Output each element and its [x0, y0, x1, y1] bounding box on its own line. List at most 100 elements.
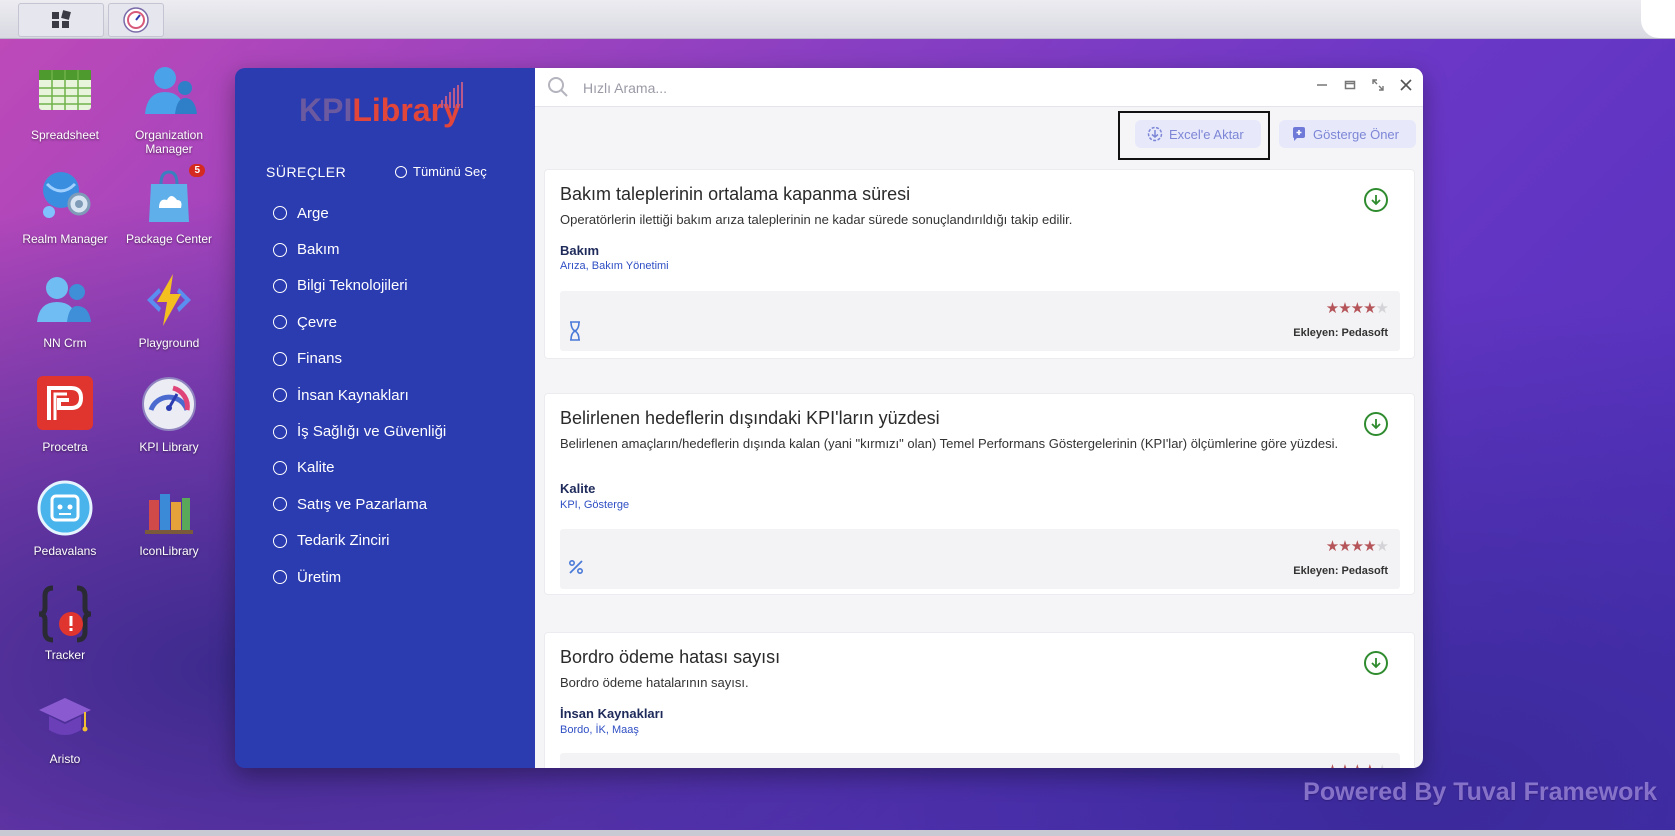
desktop-icon-nn-crm[interactable]: NN Crm	[13, 272, 117, 350]
procetra-icon	[37, 376, 93, 430]
kpi-gauge-icon	[142, 377, 196, 431]
kpi-description: Bordro ödeme hatalarının sayısı.	[560, 675, 749, 690]
kpi-title: Bakım taleplerinin ortalama kapanma süre…	[560, 184, 911, 204]
search-icon	[548, 77, 568, 97]
export-excel-button[interactable]: Excel'e Aktar	[1135, 120, 1261, 148]
kpi-description: Operatörlerin ilettiği bakım arıza talep…	[560, 212, 1073, 227]
taskbar-edge	[1641, 0, 1675, 38]
desktop-icon-organization-manager[interactable]: Organization Manager	[117, 64, 221, 156]
select-all-radio[interactable]: Tümünü Seç	[395, 164, 487, 179]
graduation-cap-icon	[39, 698, 91, 735]
process-item-kalite[interactable]: Kalite	[273, 450, 446, 486]
radio-circle	[273, 315, 287, 330]
process-item-satis-pazarlama[interactable]: Satış ve Pazarlama	[273, 486, 446, 522]
minimize-button[interactable]	[1311, 74, 1333, 96]
desktop-icon-label: Spreadsheet	[30, 128, 100, 142]
kpi-card[interactable]: Bakım taleplerinin ortalama kapanma süre…	[544, 169, 1415, 359]
process-item-bilgi-teknolojileri[interactable]: Bilgi Teknolojileri	[273, 268, 446, 304]
apps-button[interactable]	[18, 3, 104, 37]
kpi-category: Kalite	[560, 481, 596, 496]
radio-circle	[273, 388, 287, 403]
suggest-indicator-label: Gösterge Öner	[1313, 126, 1399, 142]
close-icon	[1400, 79, 1412, 91]
desktop-icon-spreadsheet[interactable]: Spreadsheet	[13, 64, 117, 142]
kpi-card-footer: ★★★★★ Ekleyen: Pedasoft	[560, 529, 1400, 589]
select-all-label: Tümünü Seç	[413, 164, 487, 179]
restore-button[interactable]	[1339, 74, 1361, 96]
process-label: Arge	[297, 204, 329, 222]
desktop-icon-label: IconLibrary	[139, 544, 199, 558]
download-kpi-button[interactable]	[1364, 412, 1388, 436]
kpi-category: İnsan Kaynakları	[560, 706, 664, 721]
window-controls	[1311, 74, 1417, 96]
bottom-bar	[0, 830, 1675, 836]
main-content: Excel'e Aktar Gösterge Öner Bakım talepl…	[535, 68, 1423, 768]
process-item-bakim[interactable]: Bakım	[273, 231, 446, 267]
kpi-card[interactable]: Belirlenen hedeflerin dışındaki KPI'ları…	[544, 393, 1415, 595]
radio-circle	[273, 278, 287, 293]
process-list: Arge Bakım Bilgi Teknolojileri Çevre Fin…	[273, 195, 446, 595]
process-item-uretim[interactable]: Üretim	[273, 559, 446, 595]
desktop-icon-label: Aristo	[49, 752, 81, 766]
desktop-icon-label: KPI Library	[139, 440, 199, 454]
desktop-icon-playground[interactable]: Playground	[117, 272, 221, 350]
added-by: Ekleyen: Pedasoft	[1293, 565, 1388, 577]
process-label: Üretim	[297, 568, 342, 586]
process-label: Finans	[297, 350, 343, 368]
percent-icon	[568, 559, 584, 575]
process-item-finans[interactable]: Finans	[273, 341, 446, 377]
kpi-gauge-icon	[123, 7, 149, 33]
search-bar	[535, 68, 1423, 107]
radio-circle	[273, 351, 287, 366]
close-button[interactable]	[1395, 74, 1417, 96]
process-item-insan-kaynaklari[interactable]: İnsan Kaynakları	[273, 377, 446, 413]
playground-icon	[147, 274, 191, 326]
expand-icon	[1372, 79, 1384, 91]
kpi-card[interactable]: Bordro ödeme hatası sayısı Bordro ödeme …	[544, 632, 1415, 768]
kpi-category: Bakım	[560, 243, 600, 258]
desktop-icon-aristo[interactable]: Aristo	[13, 688, 117, 766]
rating-stars: ★★★★★	[1325, 538, 1389, 555]
kpi-card-footer: ★★★★★	[560, 753, 1400, 768]
process-label: İnsan Kaynakları	[297, 386, 409, 404]
kpi-library-window: KPILibrary SÜREÇLER Tümünü Seç Arge Bakı…	[235, 68, 1423, 768]
taskbar	[0, 0, 1675, 39]
download-kpi-button[interactable]	[1364, 651, 1388, 675]
grid-icon	[52, 10, 71, 28]
logo-text-kpi: KPI	[299, 92, 353, 128]
suggest-indicator-button[interactable]: Gösterge Öner	[1279, 120, 1416, 148]
process-item-cevre[interactable]: Çevre	[273, 304, 446, 340]
download-icon	[1371, 195, 1381, 206]
added-by: Ekleyen: Pedasoft	[1293, 327, 1388, 339]
fullscreen-button[interactable]	[1367, 74, 1389, 96]
radio-circle	[273, 424, 287, 439]
kpi-tags: Bordo, İK, Maaş	[560, 724, 639, 736]
download-kpi-button[interactable]	[1364, 188, 1388, 212]
radio-circle	[273, 497, 287, 512]
desktop-icon-kpi-library[interactable]: KPI Library	[117, 376, 221, 454]
process-item-tedarik-zinciri[interactable]: Tedarik Zinciri	[273, 523, 446, 559]
process-label: Satış ve Pazarlama	[297, 495, 428, 513]
process-item-arge[interactable]: Arge	[273, 195, 446, 231]
radio-circle	[395, 165, 407, 178]
kpi-title: Bordro ödeme hatası sayısı	[560, 647, 781, 667]
process-label: İş Sağlığı ve Güvenliği	[297, 423, 447, 441]
desktop-icon-pedavalans[interactable]: Pedavalans	[13, 480, 117, 558]
process-item-is-sagligi[interactable]: İş Sağlığı ve Güvenliği	[273, 413, 446, 449]
radio-circle	[273, 242, 287, 257]
search-input[interactable]	[581, 77, 1145, 99]
desktop-icon-realm-manager[interactable]: Realm Manager	[13, 168, 117, 246]
taskbar-kpi-library[interactable]	[108, 3, 164, 37]
kpi-description: Belirlenen amaçların/hedeflerin dışında …	[560, 436, 1339, 451]
desktop-icon-tracker[interactable]: Tracker	[13, 584, 117, 662]
desktop-icon-iconlibrary[interactable]: IconLibrary	[117, 480, 221, 558]
crm-icon	[37, 277, 91, 322]
desktop-icon-procetra[interactable]: Procetra	[13, 376, 117, 454]
desktop-icon-label: Pedavalans	[33, 544, 97, 558]
restore-icon	[1344, 80, 1356, 90]
desktop-icon-package-center[interactable]: 5 Package Center	[117, 164, 221, 246]
minimize-icon	[1317, 84, 1327, 86]
notification-badge: 5	[189, 164, 205, 177]
kpi-tags: KPI, Gösterge	[560, 499, 630, 511]
download-circle-icon	[1147, 126, 1163, 142]
